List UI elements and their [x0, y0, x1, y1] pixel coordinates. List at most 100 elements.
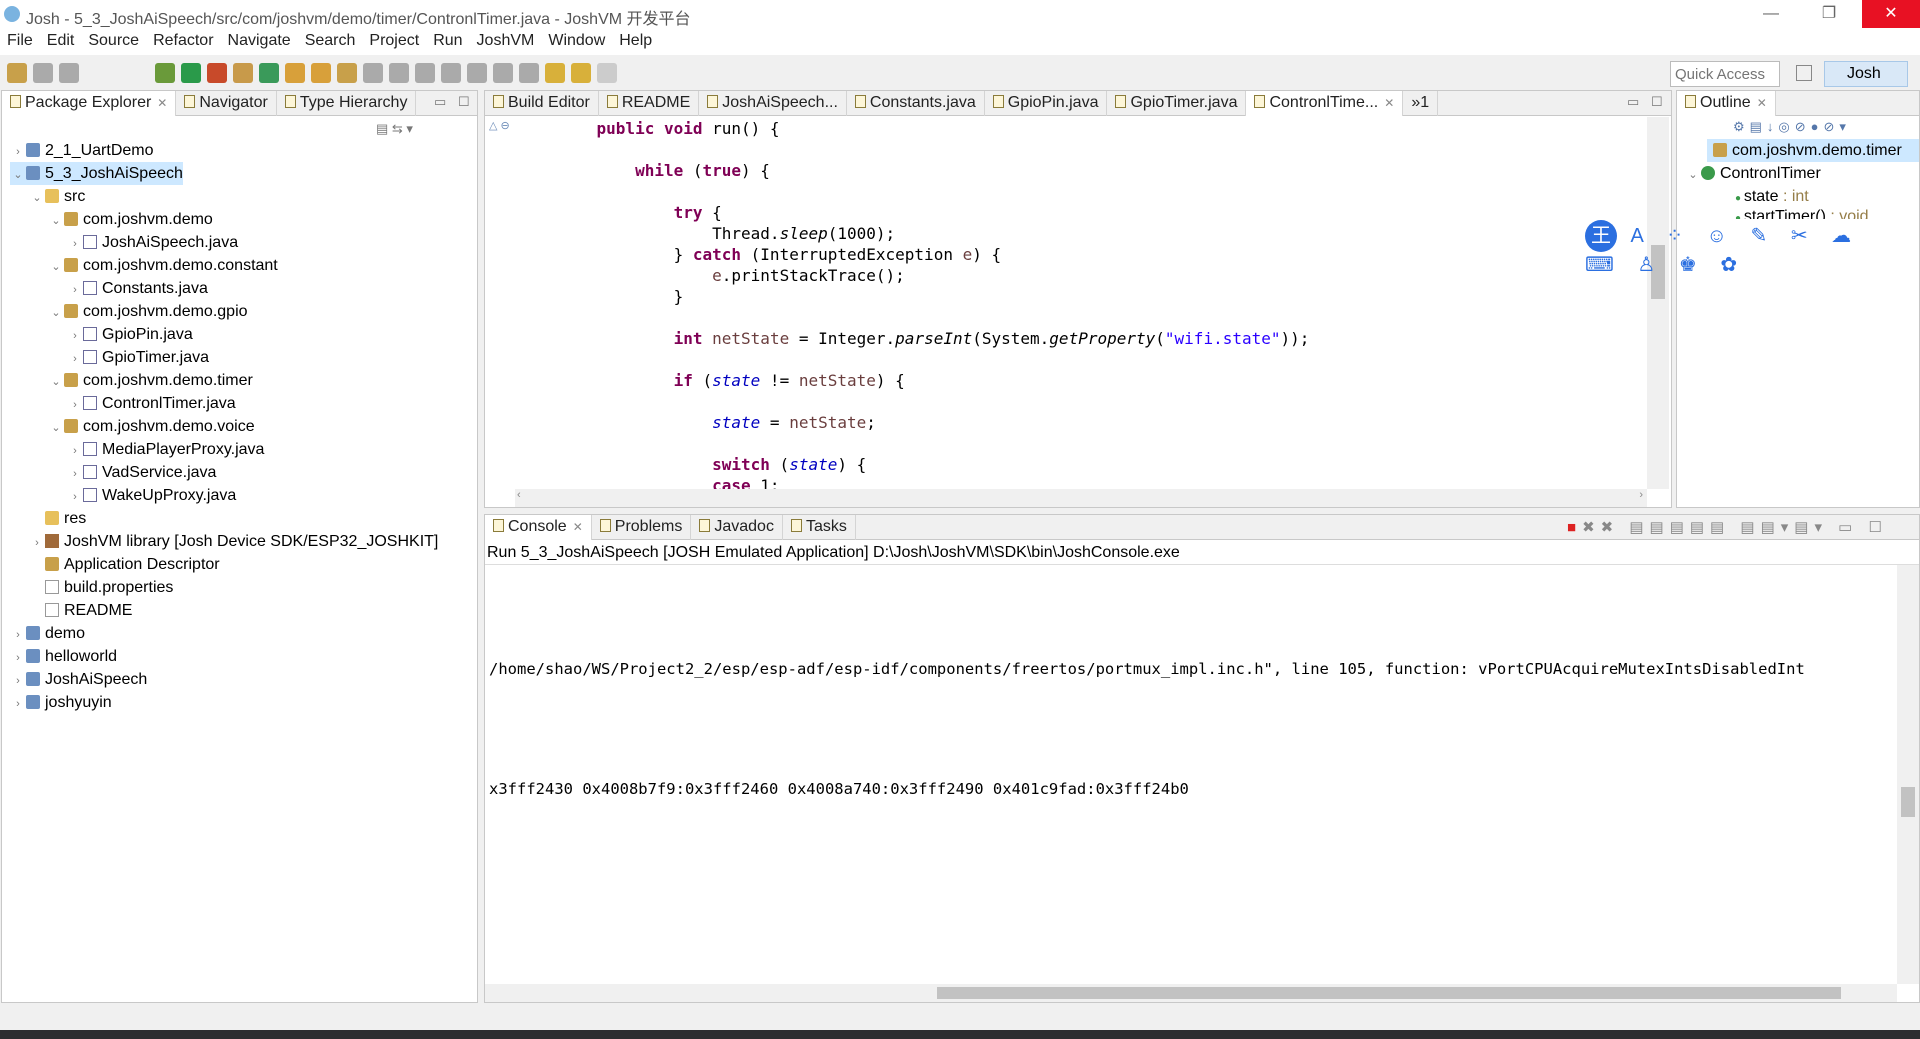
tab-type-hierarchy[interactable]: Type Hierarchy [277, 91, 417, 116]
toolbar-icon[interactable] [311, 63, 331, 83]
tree-item[interactable]: › JoshAiSpeech.java [67, 231, 238, 254]
tab-console[interactable]: Console ✕ [485, 515, 592, 540]
outline-method[interactable]: ● startTimer() : void [1735, 205, 1869, 219]
chevron-down-icon[interactable]: ⌄ [48, 210, 64, 233]
chevron-right-icon[interactable]: › [67, 325, 83, 348]
toolbar-icon[interactable] [337, 63, 357, 83]
tab-tasks[interactable]: Tasks [783, 515, 856, 540]
menu-navigate[interactable]: Navigate [221, 28, 298, 54]
chevron-right-icon[interactable]: › [29, 532, 45, 555]
chevron-right-icon[interactable]: › [67, 394, 83, 417]
close-icon[interactable]: ✕ [157, 96, 167, 110]
chevron-right-icon[interactable]: › [67, 440, 83, 463]
toolbar-icon[interactable] [33, 63, 53, 83]
console-horizontal-scrollbar[interactable] [485, 984, 1897, 1002]
close-icon[interactable]: ✕ [1384, 96, 1394, 110]
toolbar-icon[interactable] [155, 63, 175, 83]
chevron-right-icon[interactable]: › [67, 486, 83, 509]
tree-item[interactable]: › JoshVM library [Josh Device SDK/ESP32_J… [29, 530, 438, 553]
toolbar-icon[interactable] [545, 63, 565, 83]
toolbar-icon[interactable] [59, 63, 79, 83]
toolbar-icon[interactable] [467, 63, 487, 83]
toolbar-icon[interactable] [389, 63, 409, 83]
tab-gpiotimer-java[interactable]: GpioTimer.java [1107, 91, 1247, 116]
close-icon[interactable]: ✕ [1757, 96, 1767, 110]
editor-tab-overflow[interactable]: »1 [1403, 91, 1439, 116]
tab-contronltime-[interactable]: ContronlTime... ✕ [1246, 91, 1404, 116]
toolbar-icon[interactable] [519, 63, 539, 83]
toolbar-icon[interactable] [259, 63, 279, 83]
chevron-right-icon[interactable]: › [67, 233, 83, 256]
tree-item[interactable]: ⌄ src [29, 185, 85, 208]
fold-marker-icon[interactable]: △ ⊖ [489, 119, 510, 132]
tree-item[interactable]: › 2_1_UartDemo [10, 139, 153, 162]
chevron-right-icon[interactable]: › [10, 624, 26, 647]
tab-problems[interactable]: Problems [592, 515, 692, 540]
tree-item[interactable]: › helloworld [10, 645, 117, 668]
quick-access-input[interactable] [1670, 61, 1780, 87]
maximize-icon[interactable]: ☐ [458, 94, 470, 110]
outline-class[interactable]: ⌄ ContronlTimer [1685, 162, 1820, 187]
toolbar-icon[interactable] [285, 63, 305, 83]
perspective-josh-button[interactable]: Josh [1824, 61, 1908, 87]
chevron-down-icon[interactable]: ⌄ [48, 417, 64, 440]
menu-search[interactable]: Search [298, 28, 363, 54]
toolbar-icon[interactable] [571, 63, 591, 83]
tree-item[interactable]: › GpioPin.java [67, 323, 193, 346]
tab-joshaispeech-[interactable]: JoshAiSpeech... [699, 91, 847, 116]
tab-package-explorer[interactable]: Package Explorer ✕ [2, 91, 177, 116]
tree-item[interactable]: README [29, 599, 132, 622]
chevron-down-icon[interactable]: ⌄ [48, 302, 64, 325]
close-icon[interactable]: ✕ [573, 520, 583, 534]
menu-project[interactable]: Project [362, 28, 426, 54]
console-toolbar-icons[interactable]: ■✖✖ ▤▤▤▤▤ ▤▤▾▤▾ ▭ ☐ [1567, 518, 1888, 536]
outline-toolbar-icons[interactable]: ⚙▤↓◎⊘●⊘▾ [1733, 119, 1851, 135]
tab-navigator[interactable]: Navigator [176, 91, 277, 116]
chevron-right-icon[interactable]: › [10, 670, 26, 693]
menu-file[interactable]: File [0, 28, 40, 54]
scroll-thumb[interactable] [937, 987, 1841, 999]
menu-run[interactable]: Run [426, 28, 469, 54]
chevron-down-icon[interactable]: ⌄ [48, 256, 64, 279]
chevron-down-icon[interactable]: ⌄ [29, 187, 45, 210]
tab-gpiopin-java[interactable]: GpioPin.java [985, 91, 1108, 116]
tab-readme[interactable]: README [599, 91, 700, 116]
menu-joshvm[interactable]: JoshVM [470, 28, 542, 54]
tree-item[interactable]: › Constants.java [67, 277, 208, 300]
tree-item[interactable]: › MediaPlayerProxy.java [67, 438, 264, 461]
minimize-icon[interactable]: ▭ [434, 94, 446, 110]
tree-item[interactable]: ⌄ com.joshvm.demo.timer [48, 369, 252, 392]
tree-item[interactable]: build.properties [29, 576, 173, 599]
tree-item[interactable]: ⌄ 5_3_JoshAiSpeech [10, 162, 183, 185]
tab-javadoc[interactable]: Javadoc [691, 515, 783, 540]
editor-minimize-icon[interactable]: ▭ [1627, 94, 1639, 110]
console-vertical-scrollbar[interactable] [1897, 565, 1919, 984]
tree-item[interactable]: › ContronlTimer.java [67, 392, 236, 415]
tree-item[interactable]: ⌄ com.joshvm.demo.voice [48, 415, 254, 440]
toolbar-icon[interactable] [597, 63, 617, 83]
maximize-button[interactable]: ❐ [1806, 0, 1852, 28]
minimize-button[interactable]: — [1748, 0, 1794, 28]
scroll-thumb[interactable] [1901, 787, 1915, 817]
menu-help[interactable]: Help [612, 28, 659, 54]
chevron-right-icon[interactable]: › [10, 693, 26, 716]
tree-item[interactable]: › GpioTimer.java [67, 346, 209, 369]
outline-package[interactable]: com.joshvm.demo.timer [1707, 139, 1919, 162]
chevron-right-icon[interactable]: › [67, 279, 83, 302]
editor-horizontal-scrollbar[interactable]: ‹ › [515, 489, 1647, 507]
toolbar-icon[interactable] [493, 63, 513, 83]
tree-item[interactable]: › VadService.java [67, 461, 216, 484]
toolbar-icon[interactable] [441, 63, 461, 83]
chevron-down-icon[interactable]: ⌄ [10, 164, 26, 187]
code-editor[interactable]: public void run() { while (true) { try {… [485, 117, 1647, 489]
tab-outline[interactable]: Outline ✕ [1677, 91, 1776, 116]
tree-item[interactable]: ⌄ com.joshvm.demo.gpio [48, 300, 247, 325]
tree-item[interactable]: ⌄ com.joshvm.demo [48, 208, 212, 233]
ime-logo-icon[interactable]: 王 [1585, 220, 1617, 252]
toolbar-icon[interactable] [363, 63, 383, 83]
chevron-down-icon[interactable]: ⌄ [1685, 164, 1701, 187]
tree-item[interactable]: › demo [10, 622, 85, 645]
tab-constants-java[interactable]: Constants.java [847, 91, 985, 116]
terminate-icon[interactable]: ■ [1567, 519, 1582, 536]
tree-item[interactable]: › JoshAiSpeech [10, 668, 147, 691]
